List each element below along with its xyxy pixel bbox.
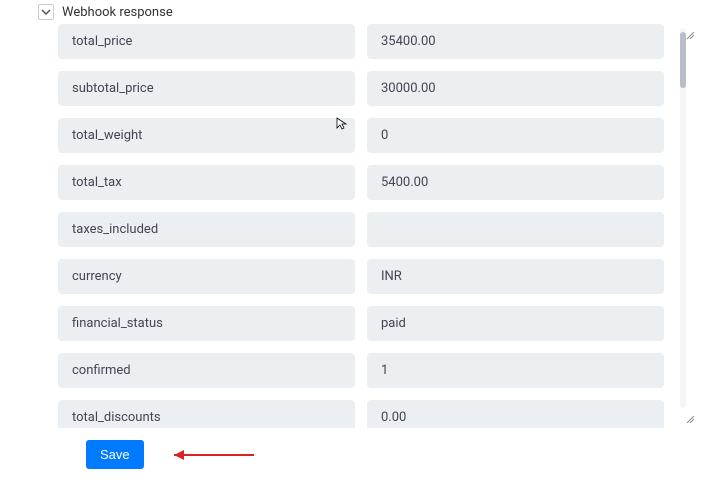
table-row [58, 165, 664, 200]
value-input-confirmed[interactable] [367, 353, 664, 388]
table-row [58, 71, 664, 106]
key-input-total-tax[interactable] [58, 165, 355, 200]
value-input-total-weight[interactable] [367, 118, 664, 153]
section-header: Webhook response [30, 0, 696, 24]
table-row [58, 259, 664, 294]
section-title: Webhook response [62, 5, 173, 20]
value-input-currency[interactable] [367, 259, 664, 294]
rows-container [58, 24, 696, 428]
resize-handle-icon [686, 408, 694, 416]
table-row [58, 24, 664, 59]
save-button[interactable]: Save [86, 440, 144, 469]
value-input-taxes-included[interactable] [367, 212, 664, 247]
key-input-taxes-included[interactable] [58, 212, 355, 247]
webhook-response-panel: Webhook response [30, 0, 696, 469]
key-input-financial-status[interactable] [58, 306, 355, 341]
footer: Save [30, 428, 696, 469]
table-row [58, 306, 664, 341]
response-list [30, 24, 696, 428]
value-input-financial-status[interactable] [367, 306, 664, 341]
key-input-currency[interactable] [58, 259, 355, 294]
table-row [58, 212, 664, 247]
key-input-confirmed[interactable] [58, 353, 355, 388]
value-input-subtotal-price[interactable] [367, 71, 664, 106]
table-row [58, 118, 664, 153]
expand-toggle[interactable] [38, 4, 54, 20]
value-input-total-price[interactable] [367, 24, 664, 59]
key-input-total-discounts[interactable] [58, 400, 355, 428]
key-input-subtotal-price[interactable] [58, 71, 355, 106]
key-input-total-weight[interactable] [58, 118, 355, 153]
table-row [58, 400, 664, 428]
table-row [58, 353, 664, 388]
value-input-total-discounts[interactable] [367, 400, 664, 428]
scrollbar-thumb[interactable] [680, 32, 686, 88]
value-input-total-tax[interactable] [367, 165, 664, 200]
arrow-annotation-icon [164, 447, 254, 463]
chevron-down-icon [41, 5, 51, 20]
key-input-total-price[interactable] [58, 24, 355, 59]
resize-handle-icon [686, 24, 694, 32]
